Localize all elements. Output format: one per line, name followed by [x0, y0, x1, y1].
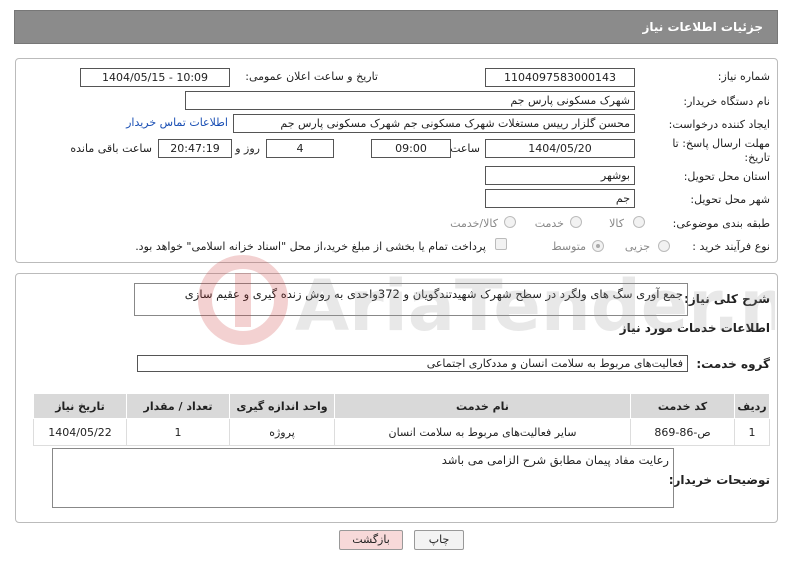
announce-label: تاریخ و ساعت اعلان عمومی:: [245, 70, 378, 83]
province-label: استان محل تحویل:: [683, 170, 770, 183]
table-row: 1 ص-86-869 سایر فعالیت‌های مربوط به سلام…: [33, 418, 770, 446]
category-label: طبقه بندی موضوعی:: [672, 217, 770, 230]
cell-unit: پروژه: [229, 418, 335, 446]
col-unit: واحد اندازه گیری: [229, 393, 335, 419]
city-label: شهر محل تحویل:: [690, 193, 770, 206]
deadline-time-field: 09:00: [371, 139, 451, 158]
buyer-org-field: شهرک مسکونی پارس جم: [185, 91, 635, 110]
summary-label: شرح کلی نیاز:: [684, 292, 770, 306]
category-service-label: خدمت: [534, 217, 564, 230]
time-remaining-label: ساعت باقی مانده: [70, 142, 152, 155]
print-button[interactable]: چاپ: [414, 530, 464, 550]
category-goods-service-radio[interactable]: [504, 216, 516, 228]
province-field: بوشهر: [485, 166, 635, 185]
col-need-date: تاریخ نیاز: [33, 393, 127, 419]
category-goods-service-label: کالا/خدمت: [450, 217, 498, 230]
back-button[interactable]: بازگشت: [339, 530, 403, 550]
cell-need-date: 1404/05/22: [33, 418, 127, 446]
services-section-title: اطلاعات خدمات مورد نیاز: [619, 321, 770, 335]
creator-label: ایجاد کننده درخواست:: [668, 118, 770, 131]
page-header: جزئیات اطلاعات نیاز: [14, 10, 778, 44]
col-service-name: نام خدمت: [334, 393, 631, 419]
time-remaining-field: 20:47:19: [158, 139, 232, 158]
days-label: روز و: [235, 142, 260, 155]
treasury-payment-checkbox[interactable]: [495, 238, 507, 250]
category-goods-label: کالا: [609, 217, 624, 230]
buyer-notes-textarea[interactable]: رعایت مفاد پیمان مطابق شرح الزامی می باش…: [52, 448, 674, 508]
process-medium-radio[interactable]: [592, 240, 604, 252]
cell-quantity: 1: [126, 418, 230, 446]
summary-textarea[interactable]: جمع آوری سگ های ولگرد در سطح شهرک شهیدتن…: [134, 283, 688, 316]
service-group-label: گروه خدمت:: [696, 357, 770, 371]
deadline-label: مهلت ارسال پاسخ: تا تاریخ:: [672, 137, 770, 164]
creator-field: محسن گلزار رییس مستغلات شهرک مسکونی جم ش…: [233, 114, 635, 133]
category-goods-radio[interactable]: [633, 216, 645, 228]
process-minor-radio[interactable]: [658, 240, 670, 252]
cell-service-name: سایر فعالیت‌های مربوط به سلامت انسان: [334, 418, 631, 446]
col-service-code: کد خدمت: [630, 393, 735, 419]
deadline-time-label: ساعت: [450, 142, 480, 155]
page-title: جزئیات اطلاعات نیاز: [642, 20, 763, 34]
process-type-label: نوع فرآیند خرید :: [692, 240, 770, 253]
deadline-date-field: 1404/05/20: [485, 139, 635, 158]
service-group-field: فعالیت‌های مربوط به سلامت انسان و مددکار…: [137, 355, 688, 372]
need-number-label: شماره نیاز:: [717, 70, 770, 83]
services-table-header: ردیف کد خدمت نام خدمت واحد اندازه گیری ت…: [33, 393, 770, 419]
city-field: جم: [485, 189, 635, 208]
buyer-org-label: نام دستگاه خریدار:: [683, 95, 770, 108]
announce-datetime-field: 1404/05/15 - 10:09: [80, 68, 230, 87]
services-table: ردیف کد خدمت نام خدمت واحد اندازه گیری ت…: [33, 393, 770, 446]
buyer-notes-label: توضیحات خریدار:: [668, 473, 770, 487]
need-number-field: 1104097583000143: [485, 68, 635, 87]
process-medium-label: متوسط: [551, 240, 586, 253]
col-quantity: تعداد / مقدار: [126, 393, 230, 419]
treasury-payment-note: پرداخت تمام یا بخشی از مبلغ خرید،از محل …: [135, 240, 486, 253]
col-row-number: ردیف: [734, 393, 770, 419]
process-minor-label: جزیی: [624, 240, 650, 253]
cell-row-number: 1: [734, 418, 770, 446]
buyer-contact-link[interactable]: اطلاعات تماس خریدار: [126, 116, 228, 129]
days-remaining-field: 4: [266, 139, 334, 158]
category-service-radio[interactable]: [570, 216, 582, 228]
cell-service-code: ص-86-869: [630, 418, 735, 446]
